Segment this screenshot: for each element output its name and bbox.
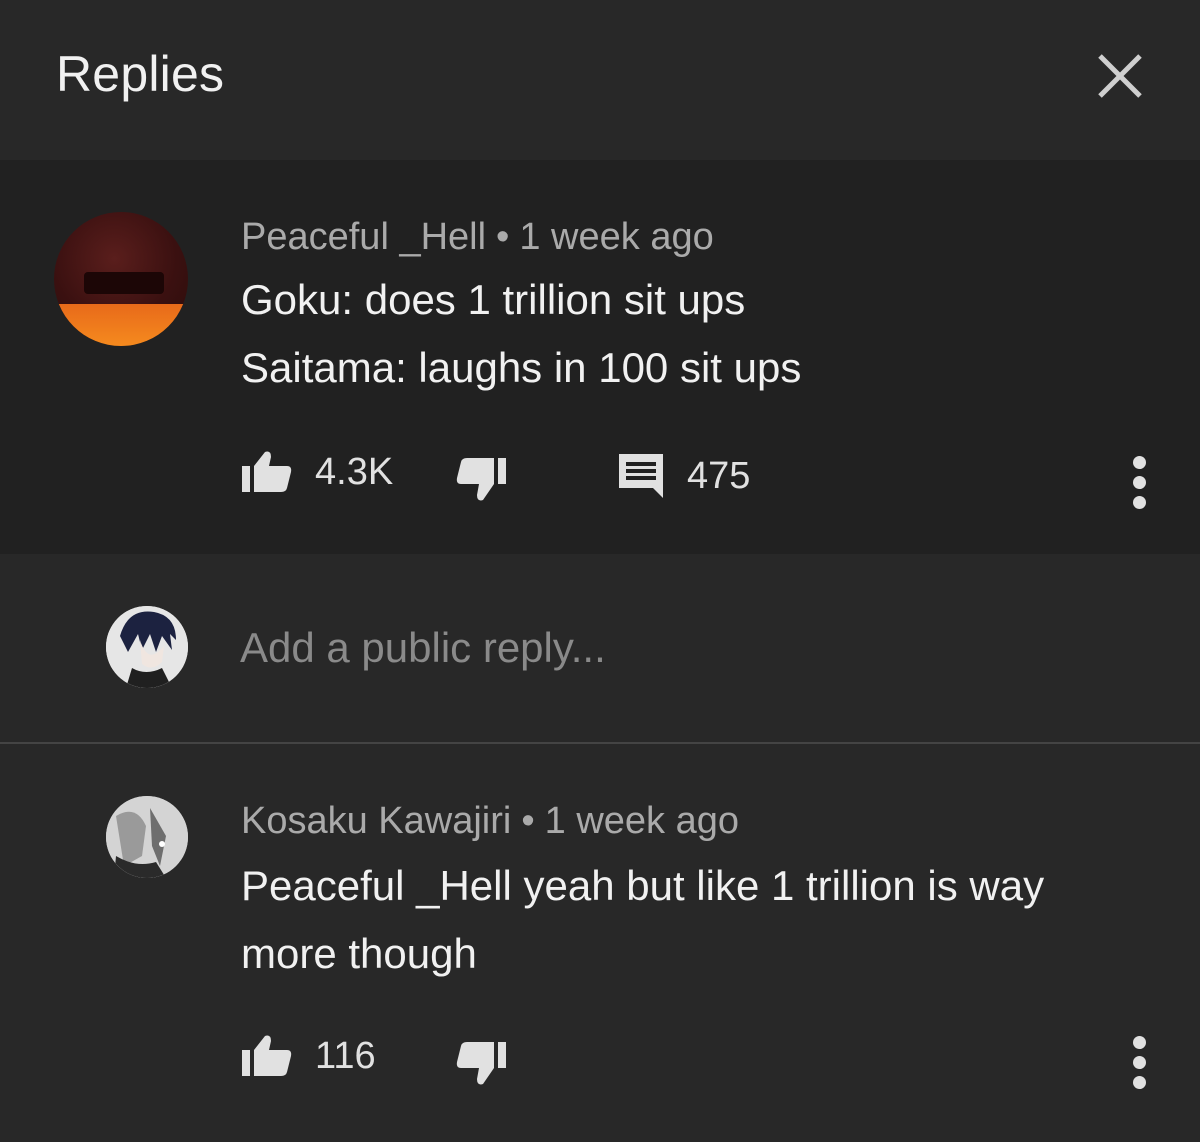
comment-text-line-2: Saitama: laughs in 100 sit ups xyxy=(241,344,802,391)
comment-text-line-1: Peaceful _Hell yeah but like 1 trillion … xyxy=(241,862,1045,909)
reply-count: 475 xyxy=(687,455,751,497)
more-options-button[interactable] xyxy=(1120,448,1160,518)
comment-author[interactable]: Peaceful _Hell xyxy=(241,216,486,258)
avatar-image xyxy=(106,796,188,878)
avatar-silhouette xyxy=(84,272,164,294)
replies-header: Replies xyxy=(0,0,1200,160)
more-vert-icon xyxy=(1133,1036,1146,1049)
more-vert-dot xyxy=(1133,1056,1146,1069)
comment-time: 1 week ago xyxy=(519,216,714,258)
reply-count-button[interactable]: 475 xyxy=(617,452,750,500)
comment-text-line-2: more though xyxy=(241,930,477,977)
comment-text-line-1: Goku: does 1 trillion sit ups xyxy=(241,276,746,323)
thumbs-up-icon xyxy=(242,1035,292,1076)
like-button[interactable]: 4.3K xyxy=(241,450,393,494)
avatar[interactable] xyxy=(106,796,188,878)
dislike-button[interactable] xyxy=(455,456,507,502)
like-button[interactable]: 116 xyxy=(241,1034,376,1078)
more-options-button[interactable] xyxy=(1120,1028,1160,1098)
more-vert-dot xyxy=(1133,476,1146,489)
like-count: 4.3K xyxy=(315,451,394,493)
comment-meta: Kosaku Kawajiri • 1 week ago xyxy=(241,798,739,844)
user-avatar[interactable] xyxy=(106,606,188,688)
like-count: 116 xyxy=(315,1035,376,1077)
comment-time: 1 week ago xyxy=(544,800,740,842)
more-vert-icon xyxy=(1133,456,1146,469)
close-button[interactable] xyxy=(1088,44,1152,108)
replies-panel: Replies Peaceful _Hell • 1 week ago Goku: … xyxy=(0,0,1200,1142)
comment-icon xyxy=(619,454,663,498)
close-icon xyxy=(1098,54,1142,98)
comment-author[interactable]: Kosaku Kawajiri xyxy=(241,800,511,842)
meta-separator: • xyxy=(521,800,535,842)
header-title: Replies xyxy=(56,46,225,102)
avatar[interactable] xyxy=(54,212,188,346)
reply-input[interactable] xyxy=(240,620,1140,676)
more-vert-dot xyxy=(1133,1076,1146,1089)
meta-separator: • xyxy=(496,216,510,258)
more-vert-dot xyxy=(1133,496,1146,509)
thumbs-down-icon xyxy=(456,458,506,501)
avatar-lava xyxy=(54,304,188,346)
user-avatar-image xyxy=(106,606,188,688)
parent-comment: Peaceful _Hell • 1 week ago Goku: does 1 t… xyxy=(0,160,1200,554)
dislike-button[interactable] xyxy=(455,1040,507,1086)
reply-comment: Kosaku Kawajiri • 1 week ago Peaceful _Hel… xyxy=(0,744,1200,1142)
comment-meta: Peaceful _Hell • 1 week ago xyxy=(241,214,714,260)
add-reply-row xyxy=(0,554,1200,742)
thumbs-down-icon xyxy=(456,1042,506,1085)
thumbs-up-icon xyxy=(242,451,292,492)
